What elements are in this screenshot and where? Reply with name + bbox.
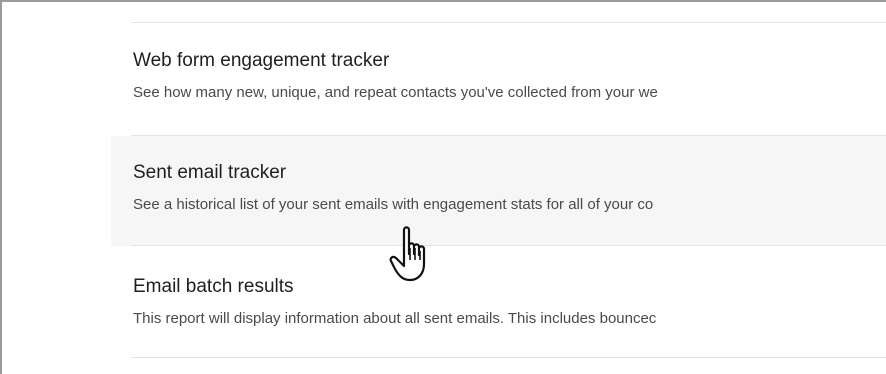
- report-description: See how many new, unique, and repeat con…: [133, 84, 658, 101]
- report-item-web-form-engagement-tracker[interactable]: Web form engagement tracker See how many…: [111, 26, 886, 136]
- reports-panel: Web form engagement tracker See how many…: [0, 0, 886, 374]
- report-title[interactable]: Web form engagement tracker: [133, 50, 389, 72]
- report-title[interactable]: Email batch results: [133, 276, 294, 298]
- report-item-email-batch-results[interactable]: Email batch results This report will dis…: [111, 248, 886, 358]
- report-description: This report will display information abo…: [133, 310, 657, 327]
- report-title[interactable]: Sent email tracker: [133, 162, 286, 184]
- report-item-sent-email-tracker[interactable]: Sent email tracker See a historical list…: [111, 136, 886, 246]
- divider: [131, 357, 886, 358]
- top-divider: [131, 22, 886, 23]
- hand-pointer-icon: [389, 226, 426, 282]
- report-description: See a historical list of your sent email…: [133, 196, 654, 213]
- divider: [131, 245, 886, 246]
